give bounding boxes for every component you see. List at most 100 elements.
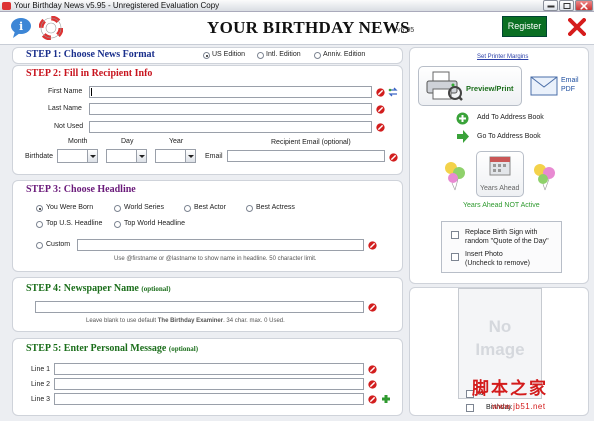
year-label: Year [169,138,184,145]
chevron-down-icon [185,150,195,162]
month-label: Month [68,138,88,145]
headline-born-radio[interactable] [36,205,43,212]
first-name-label: First Name [48,88,83,95]
email-pdf-line1: Email [561,77,579,84]
go-to-address-book-button[interactable]: Go To Address Book [477,133,541,140]
title-bar: Your Birthday News v5.95 - Unregistered … [0,0,594,12]
birthdate-label: Birthdate [25,153,54,160]
add-line-icon[interactable] [381,394,391,404]
last-name-label: Last Name [48,105,82,112]
balloons-left-icon [445,162,465,191]
headline-world-series-label: World Series [124,204,164,211]
app-icon [2,2,11,10]
watermark-text: 脚本之家 [472,379,548,399]
headline-world-radio[interactable] [114,221,121,228]
message-line1-input[interactable] [54,363,364,375]
headline-hint: Use @firstname or @lastname to show name… [114,256,317,262]
us-edition-label: US Edition [212,51,246,58]
step1-title: STEP 1: Choose News Format [26,49,155,60]
window-title: Your Birthday News v5.95 - Unregistered … [14,1,220,10]
email-pdf-line2: PDF [561,86,575,93]
minimize-icon [547,5,554,7]
text-cursor [91,88,92,96]
exit-icon[interactable] [568,18,586,36]
version-label: v5.95 [397,27,415,34]
chevron-down-icon [136,150,146,162]
line3-label: Line 3 [31,396,51,403]
set-printer-margins-link[interactable]: Set Printer Margins [477,54,528,60]
replace-sign-line1: Replace Birth Sign with [465,229,538,236]
insert-photo-checkbox[interactable] [451,253,459,261]
clear-email-icon[interactable] [389,153,398,162]
chevron-down-icon [87,150,97,162]
no-image-line2: Image [475,340,525,359]
anniv-edition-label: Anniv. Edition [323,51,366,58]
message-line3-input[interactable] [54,393,364,405]
add-to-address-book-button[interactable]: Add To Address Book [477,114,544,121]
anniv-edition-radio[interactable] [314,52,321,59]
us-edition-radio[interactable] [203,52,210,59]
newspaper-name-input[interactable] [35,301,364,313]
birthday-option-checkbox[interactable] [466,404,474,412]
replace-sign-line2: random "Quote of the Day" [465,238,549,245]
default-newspaper-name: The Birthday Examiner [157,318,224,324]
maximize-button[interactable] [559,0,574,11]
minimize-button[interactable] [543,0,558,11]
help-lifebuoy-icon[interactable] [39,16,63,40]
swap-names-icon[interactable] [388,87,398,97]
message-line2-input[interactable] [54,378,364,390]
clear-first-name-icon[interactable] [376,88,385,97]
years-ahead-label: Years Ahead [480,185,520,192]
headline-custom-label: Custom [46,241,71,248]
insert-photo-label: Insert Photo (Uncheck to remove) [465,250,530,268]
clear-not-used-icon[interactable] [376,123,385,132]
step5-title-wrap: STEP 5: Enter Personal Message (optional… [26,343,198,354]
email-label: Email [205,153,223,160]
close-icon [580,2,588,9]
headline-world-series-radio[interactable] [114,205,121,212]
envelope-icon[interactable] [530,76,558,96]
email-pdf-label[interactable]: Email PDF [561,76,579,94]
headline-us-radio[interactable] [36,221,43,228]
replace-sign-checkbox[interactable] [451,231,459,239]
headline-best-actress-radio[interactable] [246,205,253,212]
intl-edition-label: Intl. Edition [266,51,301,58]
first-name-input[interactable] [89,86,372,98]
month-select[interactable] [57,149,98,163]
step4-title-wrap: STEP 4: Newspaper Name (optional) [26,283,171,294]
clear-newspaper-name-icon[interactable] [368,303,377,312]
arrow-right-icon[interactable] [456,130,470,143]
step4-title: STEP 4: Newspaper Name [26,283,139,294]
recipient-email-input[interactable] [227,150,385,162]
maximize-icon [563,2,570,9]
headline-world-label: Top World Headline [124,220,185,227]
no-image-line1: No [488,317,512,336]
last-name-input[interactable] [89,103,372,115]
custom-headline-input[interactable] [77,239,364,251]
day-select[interactable] [106,149,147,163]
step3-title: STEP 3: Choose Headline [26,184,136,195]
newspaper-hint: Leave blank to use default The Birthday … [86,318,285,324]
step2-title: STEP 2: Fill in Recipient Info [26,68,153,79]
clear-line1-icon[interactable] [368,365,377,374]
headline-best-actress-label: Best Actress [256,204,295,211]
clear-headline-icon[interactable] [368,241,377,250]
clear-line2-icon[interactable] [368,380,377,389]
info-chat-icon[interactable]: i [10,17,32,39]
add-circle-icon[interactable] [456,112,469,125]
headline-custom-radio[interactable] [36,242,43,249]
intl-edition-radio[interactable] [257,52,264,59]
printer-icon [426,71,463,101]
svg-text:i: i [19,20,23,33]
not-used-input[interactable] [89,121,372,133]
preview-print-label: Preview/Print [466,84,514,93]
headline-best-actor-radio[interactable] [184,205,191,212]
clear-line3-icon[interactable] [368,395,377,404]
register-button[interactable]: Register [502,16,547,37]
calendar-icon [489,156,511,176]
headline-best-actor-label: Best Actor [194,204,226,211]
year-select[interactable] [155,149,196,163]
clear-last-name-icon[interactable] [376,105,385,114]
window-close-button[interactable] [575,0,593,11]
not-used-label: Not Used [54,123,84,130]
